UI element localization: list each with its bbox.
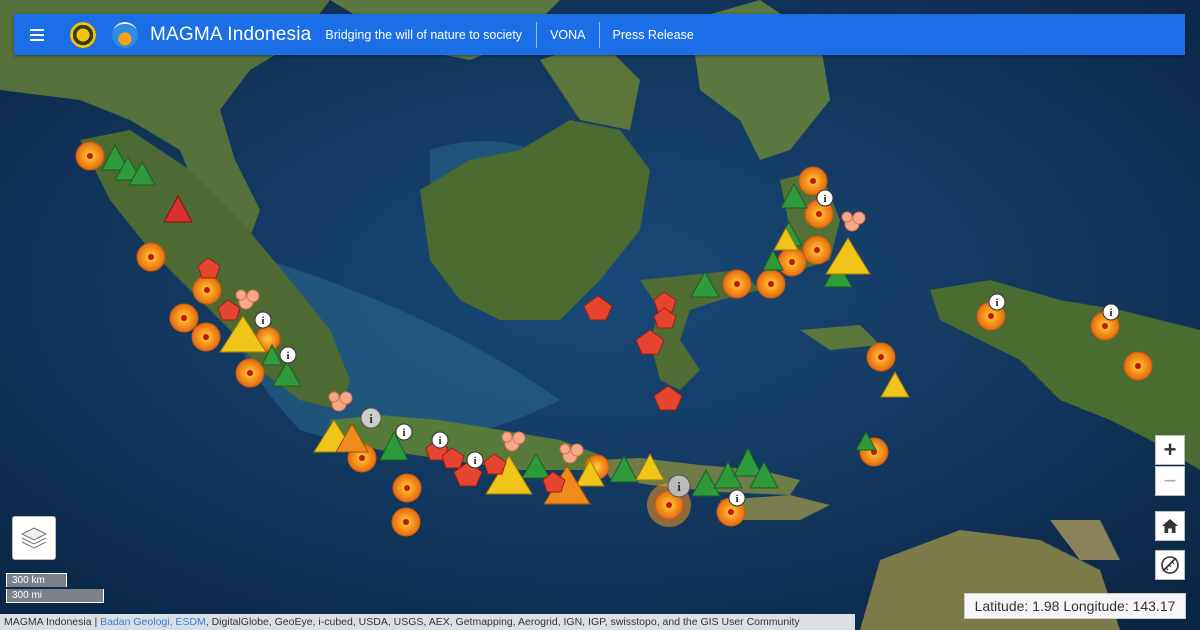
info-pin-icon[interactable]: i: [988, 293, 1006, 311]
ground-movement-icon[interactable]: [483, 453, 507, 475]
waspada-volcano-icon[interactable]: [825, 237, 871, 275]
attribution-link[interactable]: Badan Geologi, ESDM: [100, 616, 206, 628]
earthquake-icon[interactable]: [169, 303, 199, 333]
svg-text:i: i: [402, 427, 405, 439]
earthquake-icon[interactable]: [722, 269, 752, 299]
menu-button[interactable]: [14, 14, 60, 55]
esdm-logo: [70, 21, 96, 48]
earthquake-icon[interactable]: [192, 275, 222, 305]
svg-text:i: i: [473, 455, 476, 467]
app-title[interactable]: MAGMA Indonesia: [150, 24, 311, 46]
svg-text:i: i: [286, 350, 289, 362]
earthquake-icon[interactable]: [75, 141, 105, 171]
info-pin-icon[interactable]: i: [360, 407, 382, 429]
earthquake-icon[interactable]: [777, 247, 807, 277]
measure-button[interactable]: [1155, 550, 1185, 580]
info-pin-icon[interactable]: i: [395, 423, 413, 441]
svg-text:i: i: [677, 479, 681, 494]
measure-icon: [1161, 556, 1179, 574]
earthquake-icon[interactable]: [866, 342, 896, 372]
info-pin-icon[interactable]: i: [728, 489, 746, 507]
eruption-icon[interactable]: [501, 431, 526, 452]
ground-movement-icon[interactable]: [653, 385, 683, 411]
scale-bar-km: 300 km: [6, 573, 67, 587]
svg-text:i: i: [438, 435, 441, 447]
eruption-icon[interactable]: [328, 391, 353, 412]
map-attribution: MAGMA Indonesia | Badan Geologi, ESDM, D…: [0, 614, 855, 630]
ground-movement-icon[interactable]: [635, 329, 665, 355]
attribution-prefix: MAGMA Indonesia |: [4, 616, 101, 628]
ground-movement-icon[interactable]: [217, 299, 241, 321]
map-view[interactable]: i i i i i i i i i i i: [0, 0, 1200, 630]
nav-press-release[interactable]: Press Release: [600, 28, 707, 42]
ground-movement-icon[interactable]: [197, 257, 221, 279]
waspada-volcano-icon[interactable]: [880, 370, 910, 398]
svg-text:i: i: [261, 315, 264, 327]
info-pin-icon[interactable]: i: [466, 451, 484, 469]
home-icon: [1162, 519, 1178, 533]
layers-icon: [20, 527, 48, 549]
home-button[interactable]: [1155, 511, 1185, 541]
app-tagline: Bridging the will of nature to society: [325, 27, 523, 42]
svg-text:i: i: [823, 193, 826, 205]
nav-vona[interactable]: VONA: [537, 28, 598, 42]
info-pin-icon[interactable]: i: [279, 346, 297, 364]
awas-volcano-icon[interactable]: [163, 194, 193, 223]
svg-text:i: i: [1109, 307, 1112, 319]
normal-volcano-icon[interactable]: [691, 468, 721, 497]
earthquake-icon[interactable]: [391, 507, 421, 537]
eruption-icon[interactable]: [559, 443, 584, 464]
earthquake-icon[interactable]: [235, 358, 265, 388]
info-pin-icon[interactable]: i: [254, 311, 272, 329]
hamburger-icon: [30, 28, 44, 41]
earthquake-icon[interactable]: [802, 235, 832, 265]
info-pin-icon[interactable]: i: [816, 189, 834, 207]
zoom-out-button[interactable]: −: [1155, 466, 1185, 496]
basemap-layers-button[interactable]: [12, 516, 56, 560]
normal-volcano-icon[interactable]: [609, 454, 639, 483]
magma-logo: [112, 21, 138, 48]
normal-volcano-icon[interactable]: [690, 270, 720, 298]
svg-text:i: i: [369, 411, 373, 426]
svg-text:i: i: [735, 493, 738, 505]
earthquake-icon[interactable]: [136, 242, 166, 272]
volcano-markers-layer: i i i i i i i i i i i: [75, 141, 1153, 537]
earthquake-icon[interactable]: [191, 322, 221, 352]
app-header: MAGMA Indonesia Bridging the will of nat…: [14, 14, 1185, 55]
scale-bar-mi: 300 mi: [6, 589, 104, 603]
earthquake-icon[interactable]: [1123, 351, 1153, 381]
coordinate-readout: Latitude: 1.98 Longitude: 143.17: [964, 593, 1186, 619]
waspada-volcano-icon[interactable]: [635, 452, 665, 481]
info-pin-icon[interactable]: i: [1102, 303, 1120, 321]
info-pin-icon[interactable]: i: [667, 474, 691, 498]
ground-movement-icon[interactable]: [583, 295, 613, 321]
attribution-rest: , DigitalGlobe, GeoEye, i-cubed, USDA, U…: [205, 616, 800, 628]
normal-volcano-icon[interactable]: [272, 361, 302, 387]
eruption-icon[interactable]: [841, 211, 866, 232]
earthquake-icon[interactable]: [392, 473, 422, 503]
svg-text:i: i: [995, 297, 998, 309]
zoom-in-button[interactable]: +: [1155, 435, 1185, 465]
normal-volcano-icon[interactable]: [521, 453, 551, 479]
earthquake-icon[interactable]: [756, 269, 786, 299]
info-pin-icon[interactable]: i: [431, 431, 449, 449]
normal-volcano-icon[interactable]: [733, 446, 763, 477]
eruption-icon[interactable]: [235, 289, 260, 310]
